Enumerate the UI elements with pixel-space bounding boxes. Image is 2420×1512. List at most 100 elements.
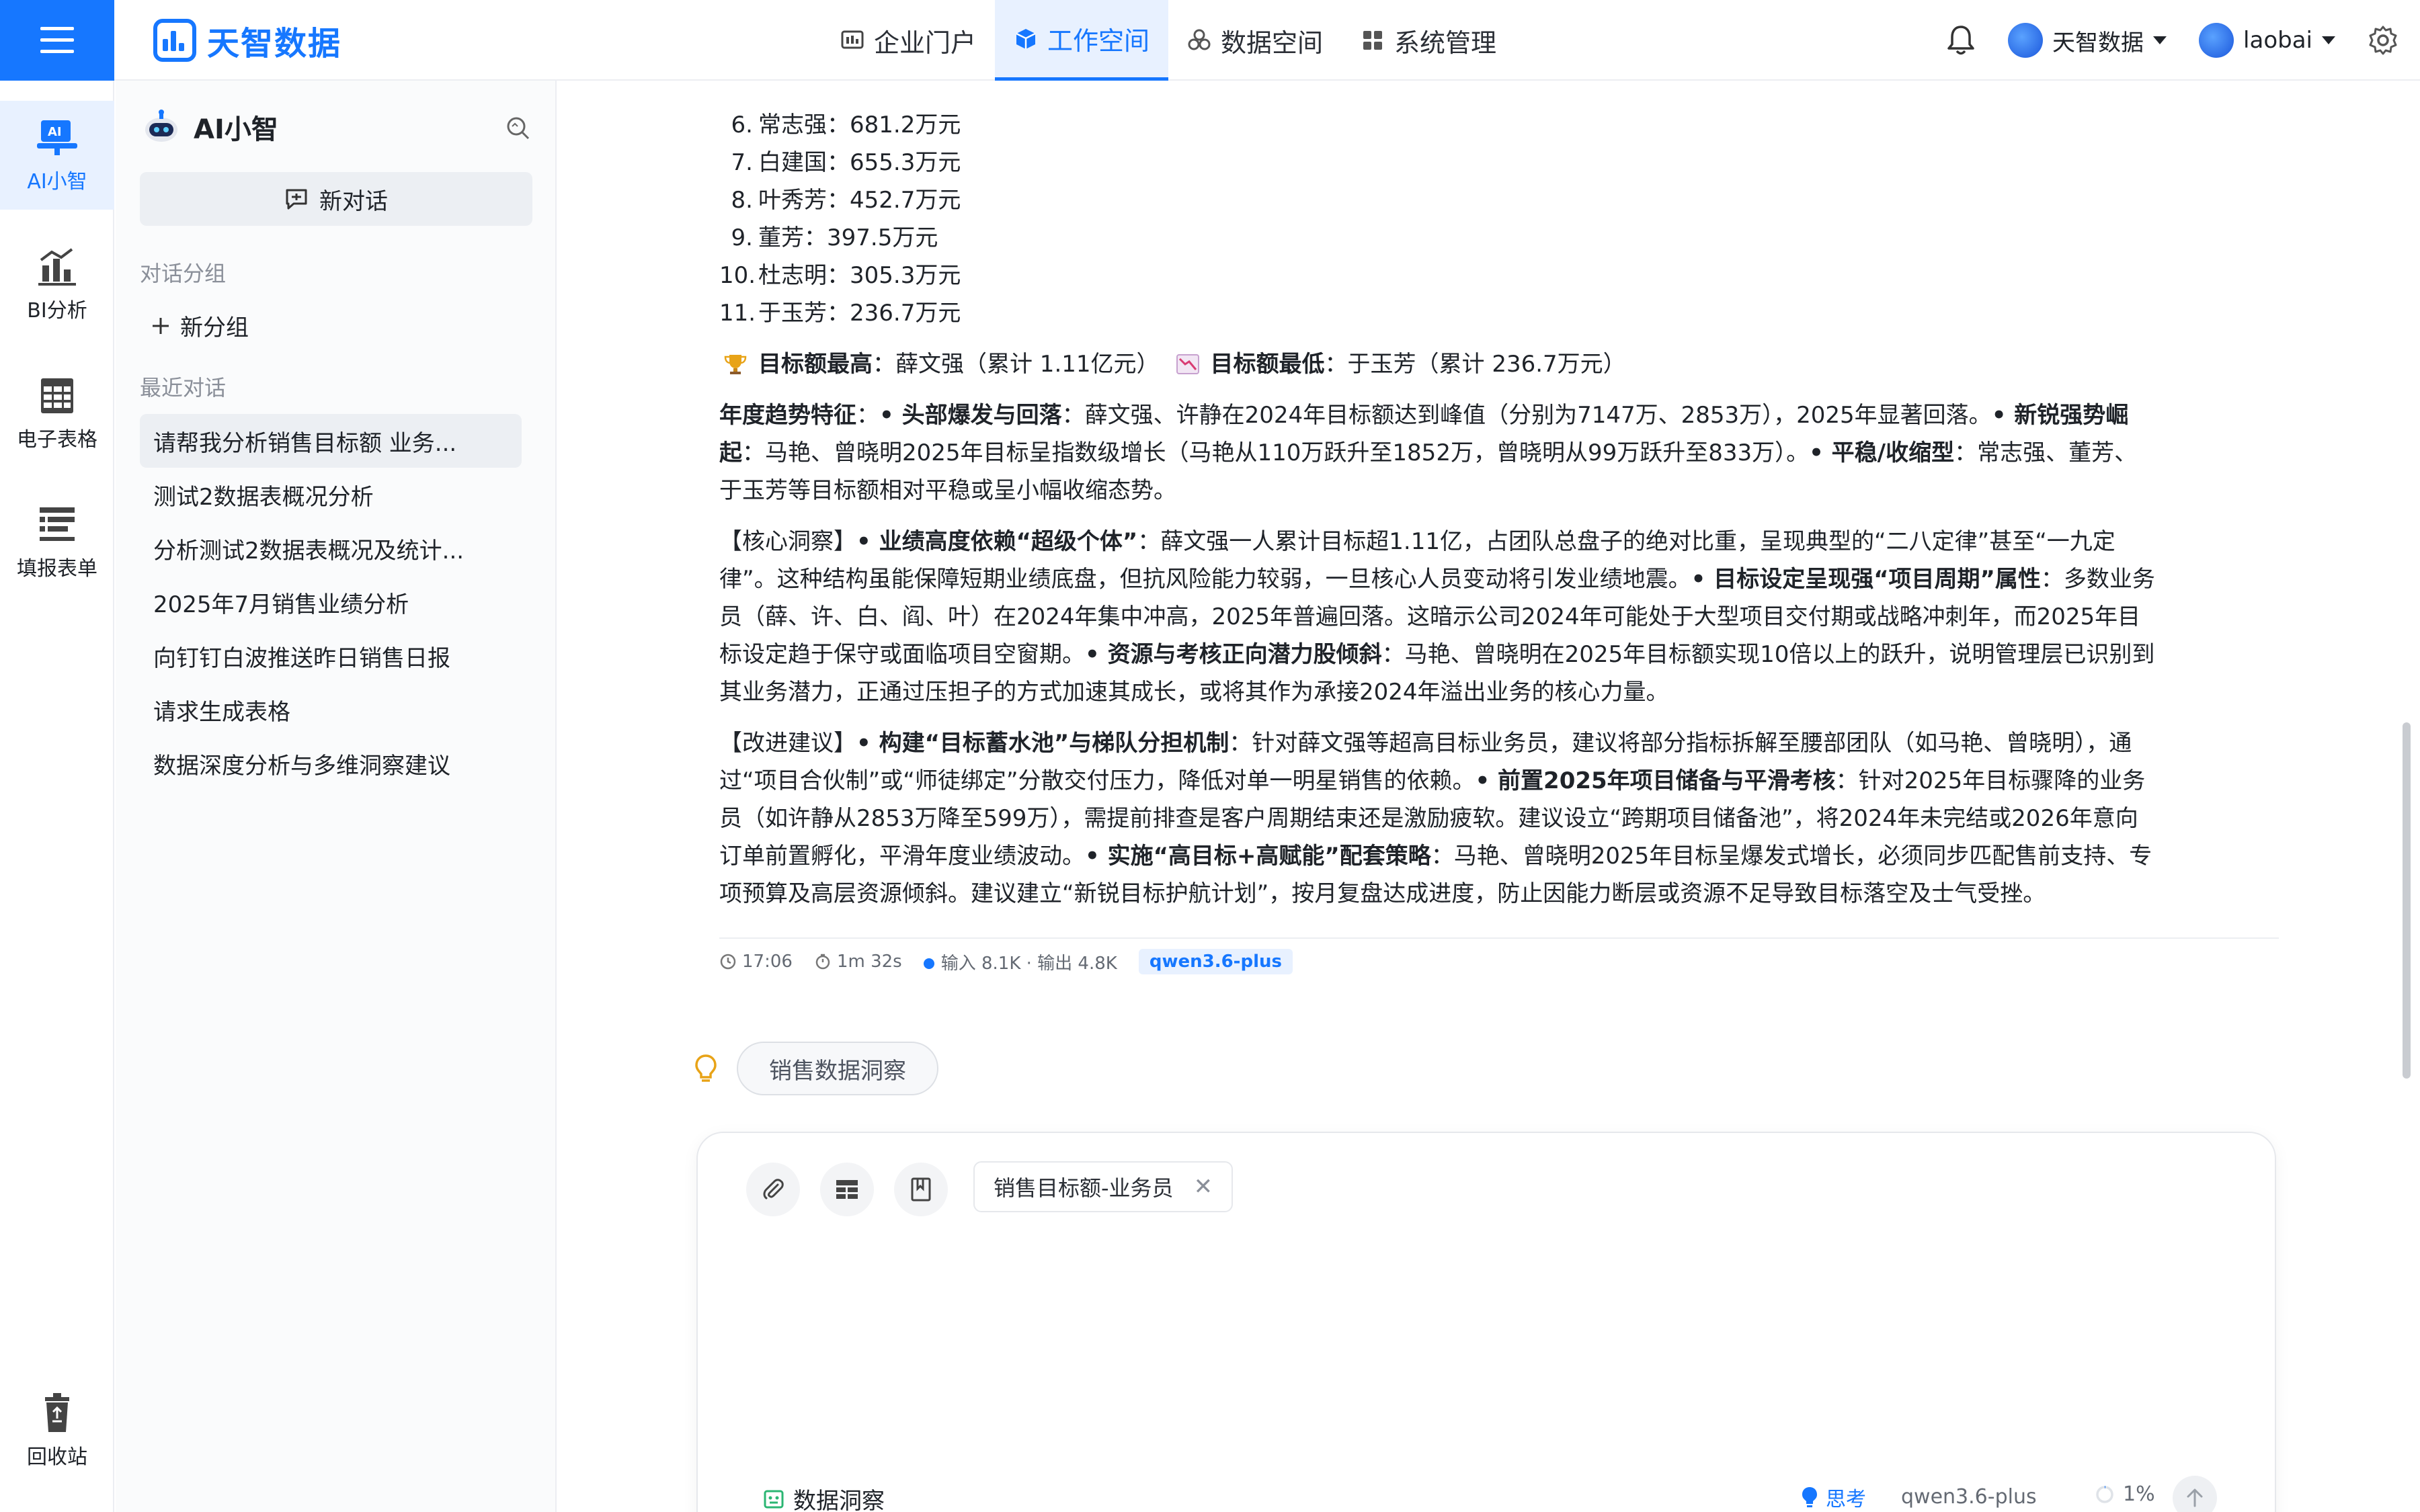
conversation-item[interactable]: 分析测试2数据表概况及统计... xyxy=(140,521,522,575)
insight-mode-button[interactable]: 数据洞察 xyxy=(762,1482,885,1512)
conversation-item[interactable]: 测试2数据表概况分析 xyxy=(140,468,522,521)
left-rail: AI AI小智 BI分析 电子表格 填报表单 回收站 xyxy=(0,81,114,1512)
brand-mark-icon xyxy=(153,19,196,62)
suggestion-chip[interactable]: 销售数据洞察 xyxy=(737,1042,938,1095)
remove-tag-icon[interactable]: ✕ xyxy=(1194,1173,1213,1200)
extremes-line: 目标额最高 ：薛文强（累计 1.11亿元） 目标额最低 ：于玉芳（累计 236.7万… xyxy=(719,345,2158,383)
search-history-icon[interactable] xyxy=(504,114,531,141)
context-usage: 1% xyxy=(2095,1482,2155,1506)
header-right: 天智数据 laobai xyxy=(1946,0,2420,81)
tenant-avatar-icon xyxy=(2008,23,2044,58)
selected-table-tag: 销售目标额-业务员 ✕ xyxy=(973,1161,1234,1212)
conversation-item[interactable]: 请求生成表格 xyxy=(140,683,522,737)
list-item: 10. 杜志明：305.3万元 xyxy=(719,262,961,289)
advice-paragraph: 【改进建议】• 构建“目标蓄水池”与梯队分担机制：针对薛文强等超高目标业务员，建… xyxy=(719,730,2152,907)
tenant-switcher[interactable]: 天智数据 xyxy=(2008,23,2167,58)
notification-button[interactable] xyxy=(1946,24,1976,56)
scrollbar-thumb[interactable] xyxy=(2403,722,2411,1079)
recent-section-label: 最近对话 xyxy=(140,375,227,401)
groups-section-label: 对话分组 xyxy=(140,261,227,286)
conversation-sidebar: AI小智 新对话 对话分组 新分组 最近对话 请帮我分析销售目标额 业务... … xyxy=(116,81,678,1512)
arrow-up-icon xyxy=(2187,1488,2203,1507)
bell-icon xyxy=(1947,26,1974,55)
spreadsheet-icon xyxy=(41,378,73,413)
list-item: 7. 白建国：655.3万元 xyxy=(731,149,961,176)
gear-icon xyxy=(2369,26,2397,55)
caret-down-icon xyxy=(2322,36,2335,44)
send-button[interactable] xyxy=(2173,1476,2217,1512)
bulb-filled-icon xyxy=(1802,1487,1817,1507)
main-nav: 企业门户 工作空间 数据空间 系统管理 xyxy=(821,0,1515,81)
answer-meta: 17:06 1m 32s 输入 8.1K · 输出 4.8K qwen3.6-p… xyxy=(719,937,2279,979)
knowledge-button[interactable] xyxy=(894,1163,948,1216)
new-group-button[interactable]: 新分组 xyxy=(151,309,249,342)
conversation-item[interactable]: 2025年7月销售业绩分析 xyxy=(140,575,522,629)
brand-name: 天智数据 xyxy=(207,25,342,62)
portal-icon xyxy=(841,30,864,49)
lightbulb-icon xyxy=(695,1054,717,1082)
list-item: 9. 董芳：397.5万元 xyxy=(731,224,938,251)
hamburger-menu-button[interactable] xyxy=(0,0,114,81)
timer-icon xyxy=(815,954,830,970)
conversation-item[interactable]: 请帮我分析销售目标额 业务... xyxy=(140,414,522,468)
rail-form[interactable]: 填报表单 xyxy=(0,488,114,597)
recycle-bin-icon xyxy=(45,1393,69,1432)
rail-spreadsheet[interactable]: 电子表格 xyxy=(0,359,114,468)
sidebar-header: AI小智 xyxy=(143,108,278,146)
data-table-button[interactable] xyxy=(820,1163,874,1216)
message-composer[interactable]: 销售目标额-业务员 ✕ 数据洞察 思考 qwen3.6-plus 1% xyxy=(696,1132,2276,1512)
svg-text:AI: AI xyxy=(48,125,62,139)
chat-add-icon xyxy=(286,189,307,210)
insight-paragraph: 【核心洞察】• 业绩高度依赖“超级个体”：薛文强一人累计目标超1.11亿，占团队… xyxy=(719,528,2155,706)
user-menu[interactable]: laobai xyxy=(2199,23,2335,58)
token-usage: 输入 8.1K · 输出 4.8K xyxy=(923,950,1117,974)
system-grid-icon xyxy=(1363,31,1383,50)
plus-icon xyxy=(153,317,169,334)
nav-system-admin[interactable]: 系统管理 xyxy=(1342,0,1515,81)
trophy-icon xyxy=(724,355,747,374)
answer-time: 17:06 xyxy=(719,952,793,972)
progress-ring-icon xyxy=(2096,1485,2113,1503)
rail-recycle-bin[interactable]: 回收站 xyxy=(0,1376,114,1485)
think-toggle[interactable]: 思考 xyxy=(1800,1482,1866,1512)
new-chat-button[interactable]: 新对话 xyxy=(140,172,532,226)
model-badge: qwen3.6-plus xyxy=(1138,949,1293,974)
rail-ai-assistant[interactable]: AI AI小智 xyxy=(0,101,114,210)
settings-button[interactable] xyxy=(2368,25,2398,56)
clock-icon xyxy=(720,954,736,970)
nav-portal[interactable]: 企业门户 xyxy=(821,0,995,81)
brand-logo[interactable]: 天智数据 xyxy=(153,16,341,65)
list-item: 6. 常志强：681.2万元 xyxy=(731,112,961,138)
rail-bi-analysis[interactable]: BI分析 xyxy=(0,230,114,339)
sidebar-title: AI小智 xyxy=(194,114,278,145)
bookmark-icon xyxy=(911,1177,931,1202)
nav-workspace[interactable]: 工作空间 xyxy=(995,0,1169,81)
chat-main: 6. 常志强：681.2万元 7. 白建国：655.3万元 8. 叶秀芳：452.7万… xyxy=(558,81,2420,1512)
suggestion-bar: 销售数据洞察 xyxy=(692,1042,938,1095)
ai-monitor-icon: AI xyxy=(37,120,77,155)
workspace-cube-icon xyxy=(1016,28,1036,49)
list-item: 11. 于玉芳：236.7万元 xyxy=(719,300,961,327)
robot-avatar-icon xyxy=(145,110,177,142)
model-selector[interactable]: qwen3.6-plus xyxy=(1901,1485,2037,1509)
hamburger-icon xyxy=(40,27,74,53)
answer-duration: 1m 32s xyxy=(814,952,902,972)
conversation-item[interactable]: 数据深度分析与多维洞察建议 xyxy=(140,737,522,790)
chart-down-icon xyxy=(1176,354,1199,374)
paperclip-icon xyxy=(763,1179,784,1200)
top-header: 天智数据 企业门户 工作空间 数据空间 系统管理 天智数据 laobai xyxy=(0,0,2420,81)
form-icon xyxy=(40,507,75,541)
ranking-list: 6. 常志强：681.2万元 7. 白建国：655.3万元 8. 叶秀芳：452.7万… xyxy=(719,106,2158,332)
list-item: 8. 叶秀芳：452.7万元 xyxy=(731,187,961,214)
user-avatar xyxy=(2199,23,2234,58)
trend-paragraph: 年度趋势特征：• 头部爆发与回落：薛文强、许静在2024年目标额达到峰值（分别为… xyxy=(719,402,2138,504)
table-select-icon xyxy=(836,1180,858,1199)
attach-button[interactable] xyxy=(746,1163,800,1216)
nav-data-space[interactable]: 数据空间 xyxy=(1168,0,1342,81)
caret-down-icon xyxy=(2153,36,2167,44)
robot-face-icon xyxy=(764,1490,784,1508)
assistant-answer: 6. 常志强：681.2万元 7. 白建国：655.3万元 8. 叶秀芳：452.7万… xyxy=(719,106,2158,913)
conversation-item[interactable]: 向钉钉白波推送昨日销售日报 xyxy=(140,629,522,683)
bar-chart-icon xyxy=(38,248,76,286)
data-space-icon xyxy=(1188,29,1211,50)
